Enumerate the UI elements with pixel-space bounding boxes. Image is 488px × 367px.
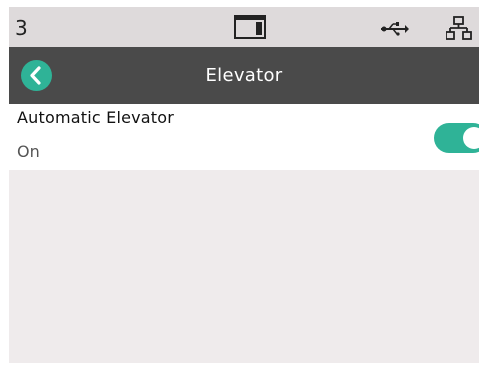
status-bar: 3	[9, 7, 479, 47]
screen: 3 Elevator Automatic Elevator On	[9, 7, 479, 363]
status-indicator: 3	[15, 16, 28, 40]
back-button[interactable]	[21, 60, 52, 91]
window-icon	[234, 15, 266, 43]
usb-icon	[381, 19, 409, 41]
toggle-knob	[463, 127, 479, 149]
page-title: Elevator	[205, 65, 283, 86]
setting-value: On	[17, 142, 40, 161]
setting-row-automatic-elevator[interactable]: Automatic Elevator On	[9, 104, 479, 170]
network-icon	[445, 16, 472, 44]
chevron-left-icon	[30, 66, 41, 85]
setting-label: Automatic Elevator	[17, 108, 175, 127]
automatic-elevator-toggle[interactable]	[434, 123, 479, 153]
header: Elevator	[9, 47, 479, 104]
